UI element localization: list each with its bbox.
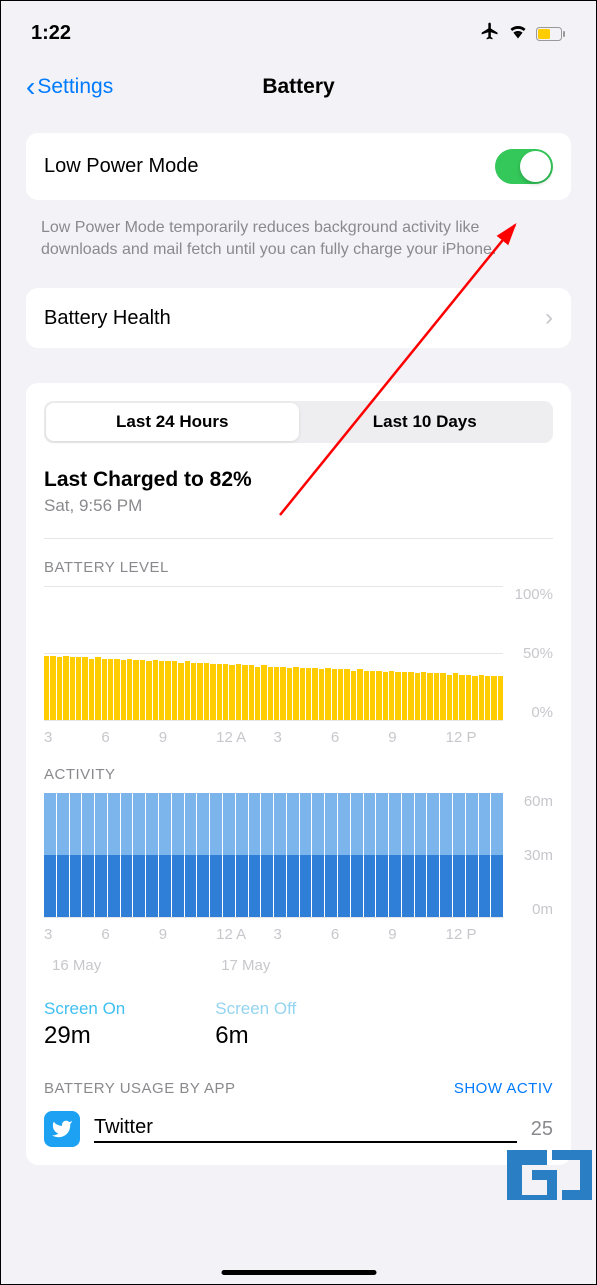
watermark-logo bbox=[502, 1145, 597, 1200]
battery-level-chart: 100% 50% 0% bbox=[44, 586, 553, 721]
tab-last-24-hours[interactable]: Last 24 Hours bbox=[46, 403, 299, 441]
airplane-mode-icon bbox=[480, 21, 500, 46]
last-charged-title: Last Charged to 82% bbox=[44, 468, 553, 492]
time-range-segmented: Last 24 Hours Last 10 Days bbox=[44, 401, 553, 443]
battery-icon bbox=[536, 27, 566, 41]
battery-health-row[interactable]: Battery Health › bbox=[26, 288, 571, 348]
home-indicator[interactable] bbox=[221, 1270, 376, 1275]
battery-x-axis: 3 6 9 12 A 3 6 9 12 P bbox=[44, 729, 553, 746]
wifi-icon bbox=[508, 23, 528, 44]
screen-on-stat: Screen On 29m bbox=[44, 999, 125, 1050]
activity-x-axis: 3 6 9 12 A 3 6 9 12 P bbox=[44, 926, 553, 943]
activity-date-labels: 16 May 17 May bbox=[44, 957, 553, 974]
tab-last-10-days[interactable]: Last 10 Days bbox=[299, 403, 552, 441]
screen-off-stat: Screen Off 6m bbox=[215, 999, 296, 1050]
show-activity-button[interactable]: SHOW ACTIV bbox=[454, 1080, 553, 1097]
back-label: Settings bbox=[37, 75, 113, 99]
low-power-mode-description: Low Power Mode temporarily reduces backg… bbox=[11, 212, 586, 288]
chevron-left-icon: ‹ bbox=[26, 71, 35, 103]
page-title: Battery bbox=[262, 75, 334, 99]
last-charged-time: Sat, 9:56 PM bbox=[44, 496, 553, 516]
back-button[interactable]: ‹ Settings bbox=[26, 71, 113, 103]
low-power-mode-row: Low Power Mode bbox=[26, 133, 571, 200]
app-percent: 25 bbox=[531, 1118, 553, 1141]
activity-label: ACTIVITY bbox=[44, 766, 553, 783]
low-power-mode-label: Low Power Mode bbox=[44, 155, 199, 178]
battery-health-label: Battery Health bbox=[44, 307, 171, 330]
twitter-icon bbox=[44, 1111, 80, 1147]
usage-header: BATTERY USAGE BY APP bbox=[44, 1080, 235, 1097]
chevron-right-icon: › bbox=[545, 304, 553, 332]
battery-level-label: BATTERY LEVEL bbox=[44, 559, 553, 576]
low-power-mode-toggle[interactable] bbox=[495, 149, 553, 184]
activity-chart: 60m 30m 0m bbox=[44, 793, 553, 918]
status-time: 1:22 bbox=[31, 22, 71, 45]
app-usage-row[interactable]: Twitter 25 bbox=[44, 1111, 553, 1147]
app-name: Twitter bbox=[94, 1116, 517, 1143]
